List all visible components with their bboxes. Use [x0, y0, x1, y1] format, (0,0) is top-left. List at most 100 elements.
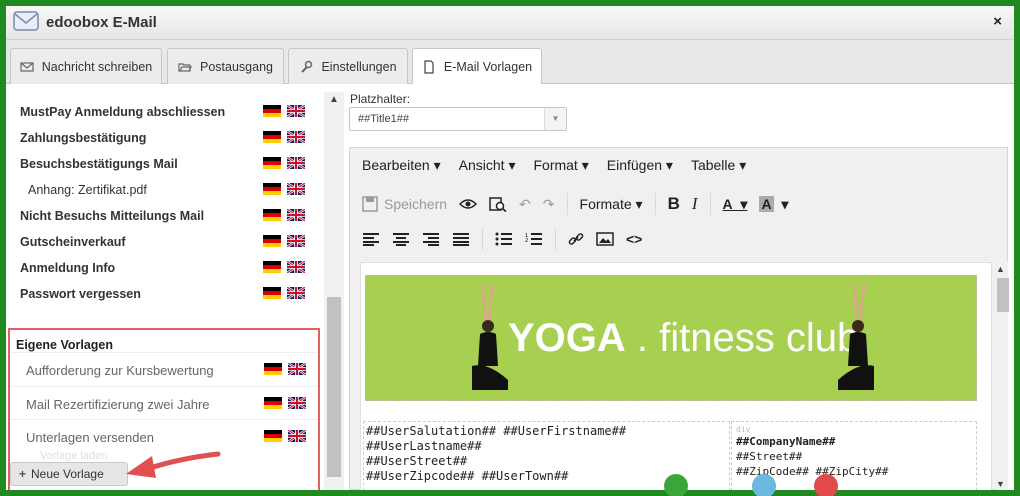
own-template-label: Unterlagen versenden — [26, 430, 154, 445]
uk-flag-icon[interactable] — [288, 397, 306, 409]
uk-flag-icon[interactable] — [287, 235, 305, 247]
scrollbar-thumb[interactable] — [997, 278, 1009, 312]
scroll-down-icon[interactable]: ▼ — [996, 479, 1005, 489]
uk-flag-icon[interactable] — [287, 183, 305, 195]
own-template-item[interactable]: Aufforderung zur Kursbewertung — [10, 352, 318, 385]
align-center-icon[interactable] — [386, 226, 416, 252]
redo-button[interactable]: ↷ — [537, 191, 561, 217]
redo-icon: ↷ — [542, 195, 555, 212]
scroll-up-icon[interactable]: ▲ — [996, 264, 1005, 274]
template-item[interactable]: MustPay Anmeldung abschliessen — [20, 102, 310, 122]
faded-label: Vorlage laden — [40, 450, 108, 462]
menu-label: Ansicht — [458, 156, 505, 173]
template-item[interactable]: Nicht Besuchs Mitteilungs Mail — [20, 206, 310, 226]
uk-flag-icon[interactable] — [287, 105, 305, 117]
background-color-icon[interactable]: A ▾ — [753, 191, 794, 217]
new-template-button[interactable]: + Neue Vorlage — [10, 462, 128, 486]
save-button[interactable]: Speichern — [356, 191, 453, 217]
german-flag-icon[interactable] — [263, 105, 281, 117]
link-icon[interactable] — [562, 226, 590, 252]
formats-dropdown[interactable]: Formate ▾ — [574, 191, 649, 217]
template-item[interactable]: Zahlungsbestätigung — [20, 128, 310, 148]
menu-bearbeiten[interactable]: Bearbeiten ▾ — [362, 157, 441, 174]
template-label: Nicht Besuchs Mitteilungs Mail — [20, 209, 205, 223]
eye-icon — [459, 199, 478, 209]
german-flag-icon[interactable] — [264, 397, 282, 409]
template-label: Anhang: Zertifikat.pdf — [28, 183, 147, 197]
align-right-icon[interactable] — [416, 226, 446, 252]
tab-label: Einstellungen — [321, 59, 397, 74]
menu-label: Tabelle — [690, 156, 736, 173]
edoobox-window: edoobox E-Mail × Nachricht schreiben Pos… — [6, 6, 1014, 490]
german-flag-icon[interactable] — [263, 131, 281, 143]
company-var-line: ##CompanyName## — [736, 435, 836, 448]
uk-flag-icon[interactable] — [287, 157, 305, 169]
banner-rest: . fitness club — [625, 316, 860, 360]
formats-label: Formate — [579, 196, 632, 212]
menu-tabelle[interactable]: Tabelle ▾ — [691, 157, 746, 174]
uk-flag-icon[interactable] — [288, 363, 306, 375]
separator — [482, 228, 483, 250]
template-label: Zahlungsbestätigung — [20, 131, 147, 145]
uk-flag-icon[interactable] — [287, 209, 305, 221]
tab-bar: Nachricht schreiben Postausgang Einstell… — [6, 40, 1014, 85]
german-flag-icon[interactable] — [264, 430, 282, 442]
placeholder-select[interactable]: ##Title1## ▼ — [349, 107, 567, 131]
template-sidebar: MustPay Anmeldung abschliessen Zahlungsb… — [6, 84, 344, 490]
search-document-icon — [489, 197, 507, 212]
editor-content[interactable]: YOGA . fitness club ##UserSalutation## #… — [360, 262, 992, 490]
german-flag-icon[interactable] — [264, 363, 282, 375]
new-template-label: Neue Vorlage — [31, 467, 104, 481]
image-icon[interactable] — [590, 226, 620, 252]
close-icon[interactable]: × — [993, 13, 1002, 30]
bold-icon[interactable]: B — [662, 191, 686, 217]
toolbar-row-2: 12 <> — [356, 224, 648, 254]
menu-format[interactable]: Format ▾ — [533, 157, 588, 174]
uk-flag-icon[interactable] — [287, 261, 305, 273]
status-dot-red — [814, 474, 838, 496]
template-item[interactable]: Besuchsbestätigungs Mail — [20, 154, 310, 174]
undo-button[interactable]: ↶ — [513, 191, 537, 217]
document-icon — [424, 60, 434, 74]
div-tag-label: div — [736, 425, 751, 434]
tab-einstellungen[interactable]: Einstellungen — [288, 48, 408, 84]
numbered-list-icon[interactable]: 12 — [519, 226, 549, 252]
german-flag-icon[interactable] — [263, 209, 281, 221]
german-flag-icon[interactable] — [263, 235, 281, 247]
preview-button[interactable] — [453, 191, 483, 217]
uk-flag-icon[interactable] — [287, 131, 305, 143]
menu-einfuegen[interactable]: Einfügen ▾ — [607, 157, 673, 174]
uk-flag-icon[interactable] — [288, 430, 306, 442]
template-item[interactable]: Gutscheinverkauf — [20, 232, 310, 252]
bullet-list-icon[interactable] — [489, 226, 519, 252]
text-color-icon[interactable]: A ▾ — [717, 191, 754, 217]
template-item[interactable]: Anhang: Zertifikat.pdf — [20, 180, 310, 200]
menu-ansicht[interactable]: Ansicht ▾ — [459, 157, 516, 174]
german-flag-icon[interactable] — [263, 157, 281, 169]
tab-nachricht-schreiben[interactable]: Nachricht schreiben — [10, 48, 162, 84]
tab-postausgang[interactable]: Postausgang — [167, 48, 284, 84]
source-code-icon[interactable]: <> — [620, 226, 648, 252]
template-label: MustPay Anmeldung abschliessen — [20, 105, 226, 119]
scrollbar-thumb[interactable] — [327, 297, 341, 477]
user-var-line: ##UserSalutation## ##UserFirstname## — [366, 424, 627, 438]
own-template-item[interactable]: Mail Rezertifizierung zwei Jahre — [10, 386, 318, 419]
sidebar-scrollbar[interactable]: ▲ — [324, 92, 344, 490]
italic-icon[interactable]: I — [686, 191, 704, 217]
find-replace-button[interactable] — [483, 191, 513, 217]
toolbar-row-1: Speichern ↶ ↷ Formate ▾ B I A ▾ A ▾ — [356, 189, 794, 219]
chevron-down-icon[interactable]: ▼ — [544, 108, 566, 130]
align-left-icon[interactable] — [356, 226, 386, 252]
german-flag-icon[interactable] — [263, 261, 281, 273]
editor-scrollbar[interactable]: ▲ ▼ — [996, 262, 1009, 490]
align-justify-icon[interactable] — [446, 226, 476, 252]
german-flag-icon[interactable] — [263, 287, 281, 299]
yoga-figure-left-icon — [472, 283, 508, 390]
tab-email-vorlagen[interactable]: E-Mail Vorlagen — [412, 48, 542, 85]
german-flag-icon[interactable] — [263, 183, 281, 195]
user-var-line: ##UserLastname## — [366, 439, 482, 453]
template-item[interactable]: Passwort vergessen — [20, 284, 310, 304]
uk-flag-icon[interactable] — [287, 287, 305, 299]
template-item[interactable]: Anmeldung Info — [20, 258, 310, 278]
scroll-up-icon[interactable]: ▲ — [329, 94, 339, 105]
